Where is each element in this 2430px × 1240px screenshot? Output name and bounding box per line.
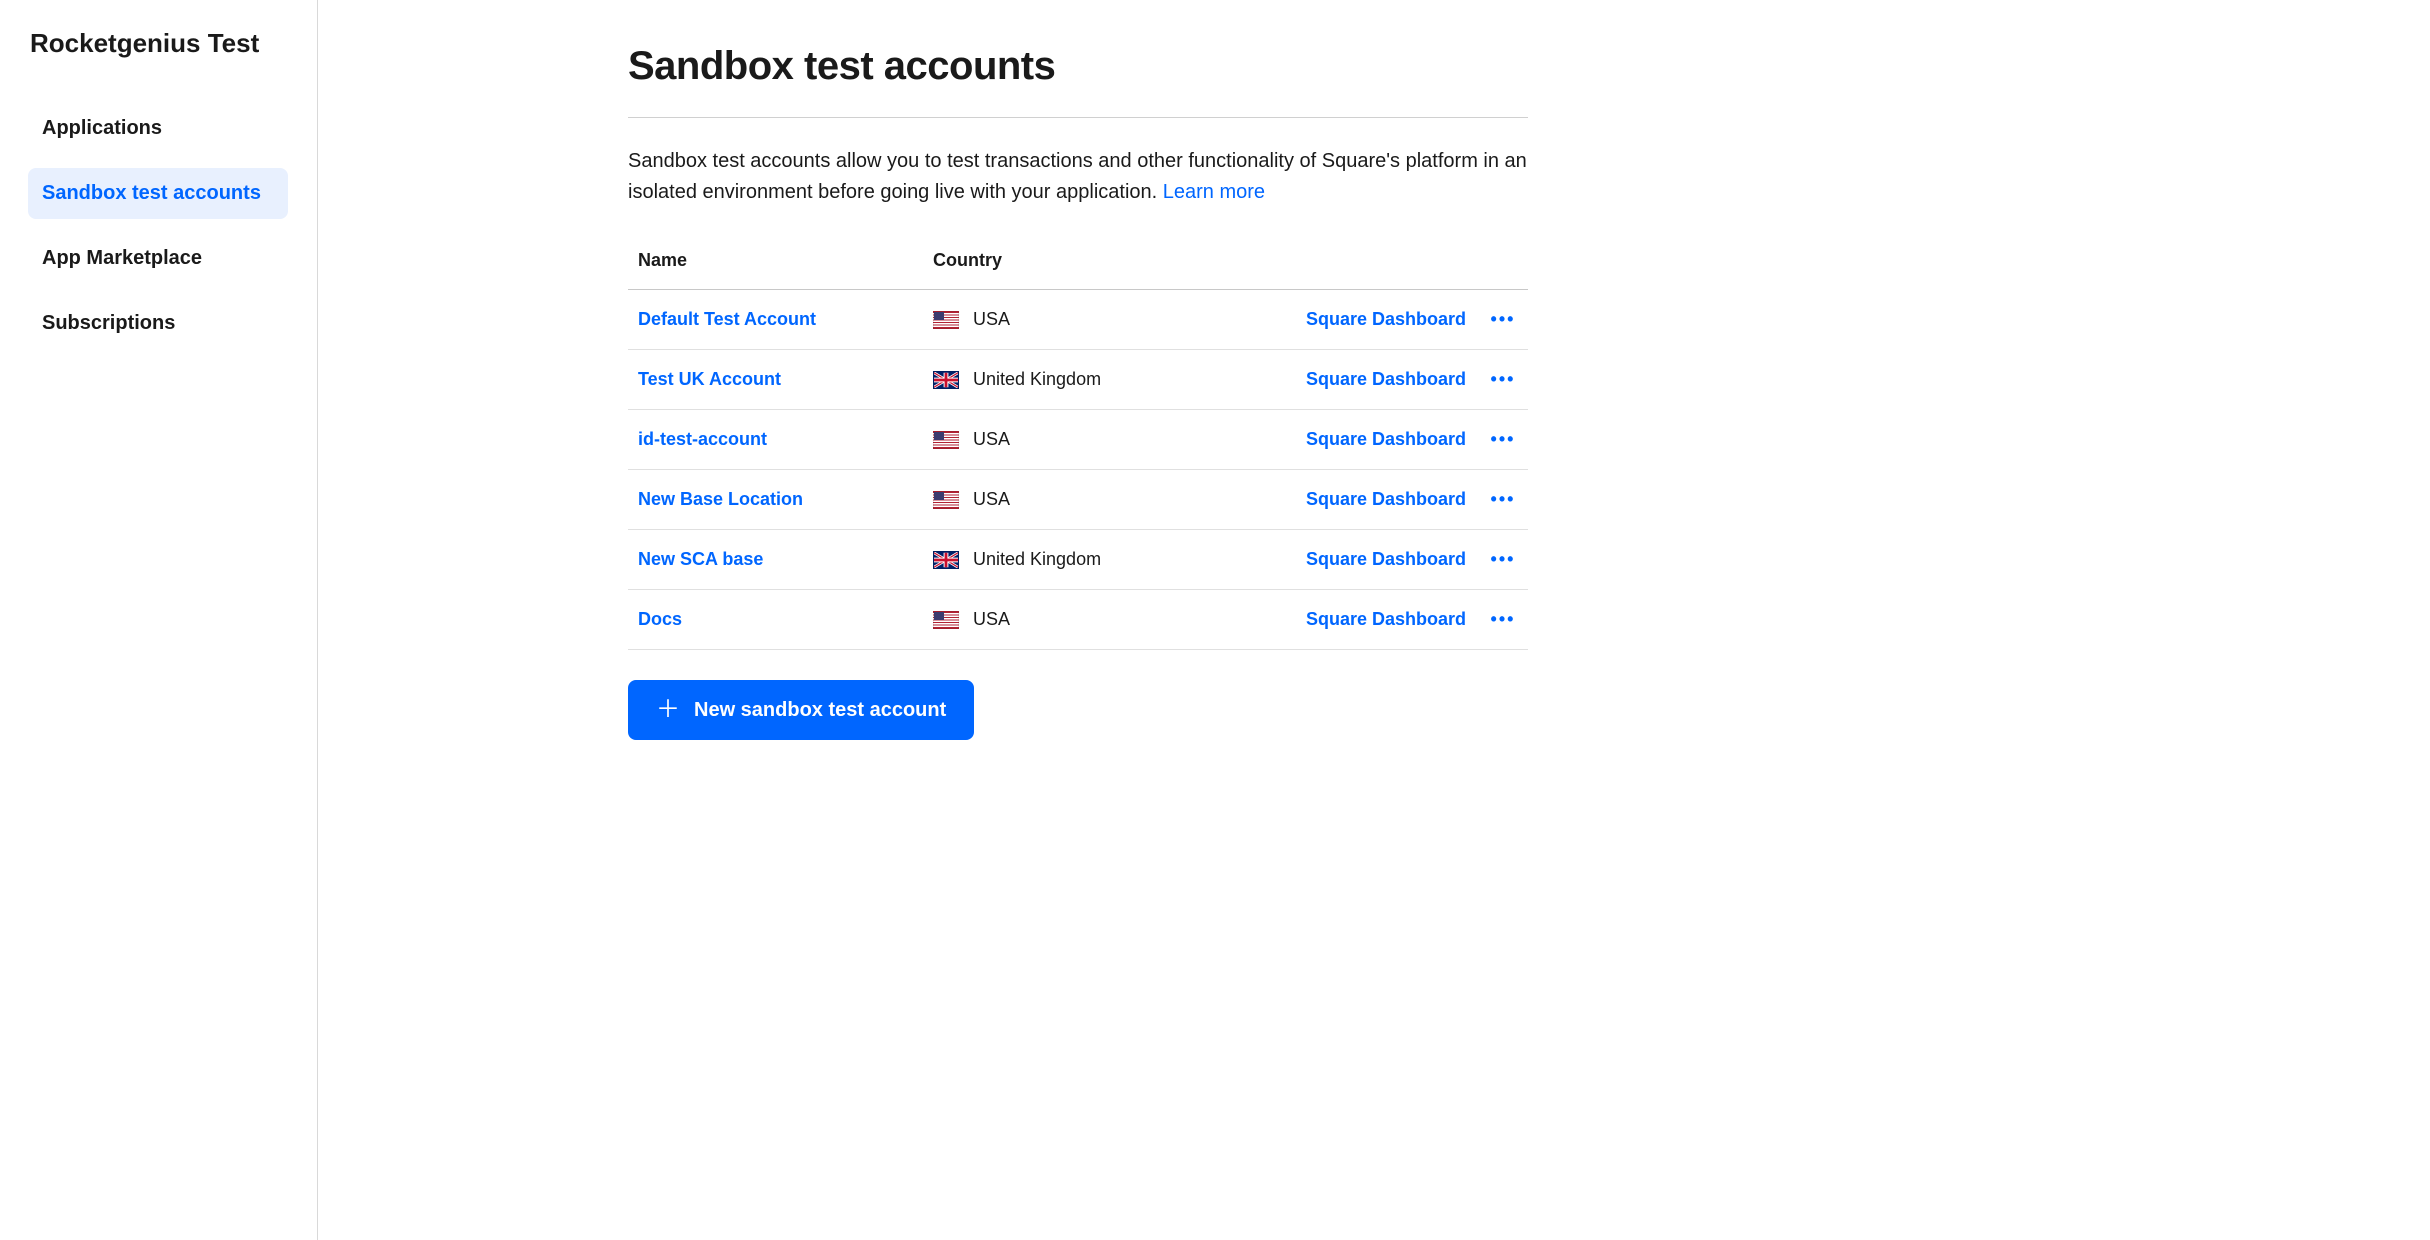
square-dashboard-link[interactable]: Square Dashboard (1306, 549, 1466, 570)
table-body: Default Test Account USA Square Dashboard •… (628, 290, 1528, 650)
us-flag-icon (933, 491, 959, 509)
account-name-link[interactable]: Default Test Account (638, 309, 933, 330)
table-row: Test UK Account United Kingdom Square Dash… (628, 350, 1528, 410)
table-header: Name Country (628, 250, 1528, 290)
more-options-icon[interactable]: ••• (1490, 549, 1516, 570)
more-options-icon[interactable]: ••• (1490, 429, 1516, 450)
sidebar-item-applications[interactable]: Applications (28, 103, 288, 154)
square-dashboard-link[interactable]: Square Dashboard (1306, 369, 1466, 390)
new-button-label: New sandbox test account (694, 699, 946, 722)
main-content: Sandbox test accounts Sandbox test accou… (318, 0, 2430, 1240)
account-name-link[interactable]: New SCA base (638, 549, 933, 570)
account-name-link[interactable]: Test UK Account (638, 369, 933, 390)
country-label: USA (973, 489, 1010, 510)
gb-flag-icon (933, 371, 959, 389)
learn-more-link[interactable]: Learn more (1163, 181, 1265, 203)
table-row: New SCA base United Kingdom Square Dashboa… (628, 530, 1528, 590)
more-options-icon[interactable]: ••• (1490, 609, 1516, 630)
account-name-link[interactable]: New Base Location (638, 489, 933, 510)
account-country: USA (933, 609, 1306, 630)
account-country: USA (933, 309, 1306, 330)
plus-icon: ＋ (656, 698, 680, 722)
more-options-icon[interactable]: ••• (1490, 369, 1516, 390)
us-flag-icon (933, 611, 959, 629)
th-name: Name (638, 250, 933, 271)
new-sandbox-account-button[interactable]: ＋ New sandbox test account (628, 680, 974, 740)
square-dashboard-link[interactable]: Square Dashboard (1306, 309, 1466, 330)
description-text: Sandbox test accounts allow you to test … (628, 150, 1527, 203)
page-title: Sandbox test accounts (628, 44, 1528, 89)
divider (628, 117, 1528, 118)
account-name-link[interactable]: id-test-account (638, 429, 933, 450)
sidebar-item-sandbox-test-accounts[interactable]: Sandbox test accounts (28, 168, 288, 219)
sidebar-title: Rocketgenius Test (28, 28, 301, 59)
us-flag-icon (933, 431, 959, 449)
more-options-icon[interactable]: ••• (1490, 489, 1516, 510)
square-dashboard-link[interactable]: Square Dashboard (1306, 609, 1466, 630)
country-label: United Kingdom (973, 549, 1101, 570)
us-flag-icon (933, 311, 959, 329)
account-country: United Kingdom (933, 369, 1306, 390)
square-dashboard-link[interactable]: Square Dashboard (1306, 489, 1466, 510)
country-label: USA (973, 609, 1010, 630)
table-row: id-test-account USA Square Dashboard ••• (628, 410, 1528, 470)
square-dashboard-link[interactable]: Square Dashboard (1306, 429, 1466, 450)
gb-flag-icon (933, 551, 959, 569)
country-label: USA (973, 309, 1010, 330)
accounts-table: Name Country Default Test Account USA Squa… (628, 250, 1528, 650)
sidebar-nav: Applications Sandbox test accounts App M… (28, 103, 301, 349)
account-country: USA (933, 489, 1306, 510)
table-row: New Base Location USA Square Dashboard ••• (628, 470, 1528, 530)
country-label: USA (973, 429, 1010, 450)
account-country: United Kingdom (933, 549, 1306, 570)
account-country: USA (933, 429, 1306, 450)
country-label: United Kingdom (973, 369, 1101, 390)
more-options-icon[interactable]: ••• (1490, 309, 1516, 330)
table-row: Default Test Account USA Square Dashboard •… (628, 290, 1528, 350)
page-description: Sandbox test accounts allow you to test … (628, 146, 1528, 208)
th-country: Country (933, 250, 1516, 271)
table-row: Docs USA Square Dashboard ••• (628, 590, 1528, 650)
account-name-link[interactable]: Docs (638, 609, 933, 630)
sidebar-item-subscriptions[interactable]: Subscriptions (28, 298, 288, 349)
sidebar: Rocketgenius Test Applications Sandbox t… (0, 0, 318, 1240)
app-layout: Rocketgenius Test Applications Sandbox t… (0, 0, 2430, 1240)
sidebar-item-app-marketplace[interactable]: App Marketplace (28, 233, 288, 284)
